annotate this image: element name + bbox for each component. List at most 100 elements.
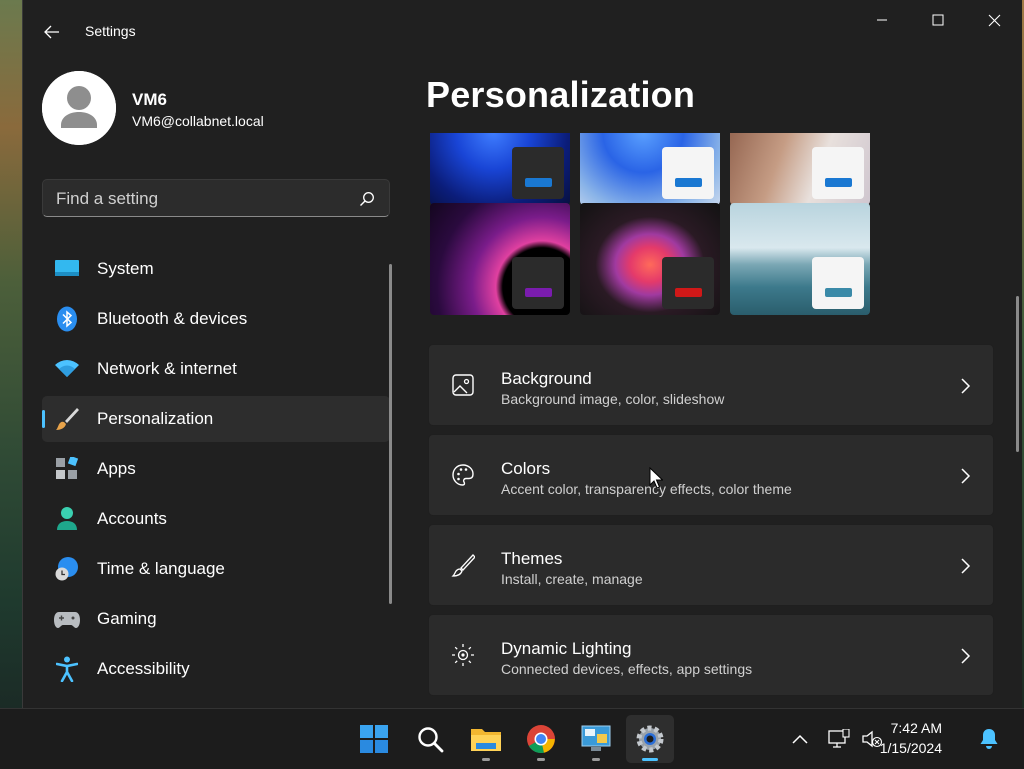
paintbrush-icon	[54, 406, 80, 432]
settings-window: Settings VM6 VM6@collabnet.local Find a …	[22, 0, 1022, 708]
sidebar-item-label: Gaming	[97, 609, 157, 628]
sidebar-item-accounts[interactable]: Accounts	[42, 496, 390, 542]
search-icon	[418, 727, 444, 753]
maximize-button[interactable]	[909, 0, 966, 40]
colors-card[interactable]: Colors Accent color, transparency effect…	[428, 434, 994, 516]
theme-preview-chip	[812, 147, 864, 199]
sidebar-scrollbar[interactable]	[389, 264, 392, 604]
theme-preview-chip	[662, 257, 714, 309]
card-title: Dynamic Lighting	[501, 639, 632, 658]
brush-icon	[451, 554, 475, 577]
theme-tile-windows-light[interactable]	[580, 133, 720, 205]
notifications-button[interactable]	[977, 728, 1001, 750]
sidebar-item-label: Accounts	[97, 509, 167, 528]
show-hidden-icons-button[interactable]	[788, 728, 812, 750]
search-box	[42, 179, 390, 218]
maximize-icon	[932, 14, 943, 26]
network-tray-button[interactable]	[827, 728, 851, 750]
close-icon	[988, 14, 1001, 26]
chevron-right-icon	[961, 648, 971, 664]
themes-card[interactable]: Themes Install, create, manage	[428, 524, 994, 606]
card-title: Colors	[501, 459, 551, 478]
sidebar-item-label: Network & internet	[97, 359, 237, 378]
main-scrollbar[interactable]	[1016, 296, 1019, 452]
person-icon	[42, 71, 116, 145]
back-button[interactable]	[37, 18, 67, 46]
sidebar-item-label: Apps	[97, 459, 136, 478]
mouse-cursor-icon	[649, 467, 663, 489]
accounts-icon	[54, 506, 80, 532]
page-title: Personalization	[426, 74, 696, 115]
background-card[interactable]: Background Background image, color, slid…	[428, 344, 994, 426]
gamepad-icon	[54, 606, 80, 632]
title-bar: Settings	[23, 0, 1022, 62]
search-icon[interactable]	[359, 191, 375, 207]
remote-desktop-icon	[581, 725, 611, 751]
sidebar-item-label: Accessibility	[97, 659, 190, 678]
minimize-button[interactable]	[853, 0, 910, 40]
taskbar-file-explorer[interactable]	[462, 715, 510, 763]
sidebar-item-personalization[interactable]: Personalization	[42, 396, 390, 442]
sidebar-item-label: Time & language	[97, 559, 225, 578]
chevron-up-icon	[792, 734, 808, 744]
taskbar-search[interactable]	[406, 715, 454, 763]
card-subtitle: Connected devices, effects, app settings	[501, 661, 753, 677]
running-indicator	[642, 758, 658, 761]
taskbar-start[interactable]	[350, 715, 398, 763]
lighting-icon	[452, 644, 474, 666]
sidebar-item-gaming[interactable]: Gaming	[42, 596, 390, 642]
dynamic-lighting-card[interactable]: Dynamic Lighting Connected devices, effe…	[428, 614, 994, 696]
theme-tile-glow[interactable]	[730, 133, 870, 205]
theme-tile-flow[interactable]	[580, 203, 720, 315]
theme-preview-chip	[512, 257, 564, 309]
clock-date[interactable]: 1/15/2024	[880, 740, 942, 756]
theme-tile-sunrise[interactable]	[730, 203, 870, 315]
theme-tile-windows-dark[interactable]	[430, 133, 570, 205]
sidebar-item-label: Personalization	[97, 409, 214, 428]
theme-preview-chip	[812, 257, 864, 309]
sidebar-item-bluetooth[interactable]: Bluetooth & devices	[42, 296, 390, 342]
card-subtitle: Accent color, transparency effects, colo…	[501, 481, 792, 497]
card-subtitle: Background image, color, slideshow	[501, 391, 725, 407]
chrome-icon	[527, 725, 555, 754]
running-indicator	[482, 758, 490, 761]
sidebar-item-time-language[interactable]: Time & language	[42, 546, 390, 592]
card-title: Themes	[501, 549, 563, 568]
arrow-left-icon	[44, 25, 59, 39]
desktop-wallpaper	[0, 0, 22, 708]
bell-icon	[980, 729, 998, 749]
sidebar-item-label: System	[97, 259, 154, 278]
running-indicator	[537, 758, 545, 761]
sidebar-item-accessibility[interactable]: Accessibility	[42, 646, 390, 692]
settings-icon	[636, 725, 664, 753]
theme-preview-chip	[662, 147, 714, 199]
image-icon	[452, 374, 474, 396]
sidebar-item-network[interactable]: Network & internet	[42, 346, 390, 392]
chevron-right-icon	[961, 378, 971, 394]
card-title: Background	[501, 369, 592, 388]
user-email: VM6@collabnet.local	[132, 113, 264, 129]
sidebar-item-system[interactable]: System	[42, 246, 390, 292]
taskbar-settings[interactable]	[626, 715, 674, 763]
bluetooth-icon	[54, 306, 80, 332]
close-button[interactable]	[966, 0, 1022, 40]
file-explorer-icon	[471, 729, 501, 751]
palette-icon	[452, 464, 474, 486]
card-subtitle: Install, create, manage	[501, 571, 643, 587]
clock-time[interactable]: 7:42 AM	[891, 720, 942, 736]
sidebar-item-label: Bluetooth & devices	[97, 309, 248, 328]
accessibility-icon	[54, 656, 80, 682]
search-input[interactable]	[43, 180, 358, 218]
system-icon	[54, 256, 80, 282]
theme-tile-captured-motion[interactable]	[430, 203, 570, 315]
taskbar-remote-desktop[interactable]	[572, 715, 620, 763]
sidebar-item-apps[interactable]: Apps	[42, 446, 390, 492]
app-title: Settings	[85, 23, 136, 39]
apps-icon	[54, 456, 80, 482]
avatar[interactable]	[42, 71, 116, 145]
start-icon	[360, 725, 388, 753]
minimize-icon	[876, 19, 887, 21]
taskbar-chrome[interactable]	[517, 715, 565, 763]
wifi-icon	[54, 356, 80, 382]
chevron-right-icon	[961, 558, 971, 574]
